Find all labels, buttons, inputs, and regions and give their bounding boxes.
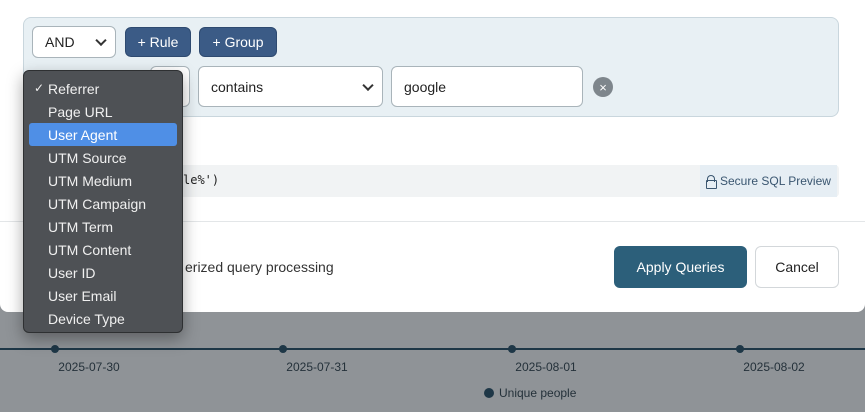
lock-icon — [706, 175, 717, 189]
chart-tick-label: 2025-07-31 — [286, 360, 348, 374]
chart-tick-dot — [279, 345, 287, 353]
dropdown-option[interactable]: User Email — [29, 284, 177, 307]
dropdown-option[interactable]: UTM Source — [29, 146, 177, 169]
dropdown-option-label: UTM Term — [48, 218, 114, 235]
dropdown-option[interactable]: UTM Term — [29, 215, 177, 238]
dropdown-option-label: User Agent — [48, 126, 118, 143]
chart-tick-dot — [736, 345, 744, 353]
secure-sql-preview-label: Secure SQL Preview — [720, 174, 831, 188]
dropdown-option[interactable]: UTM Content — [29, 238, 177, 261]
chart-tick-label: 2025-08-01 — [515, 360, 577, 374]
dropdown-option[interactable]: ✓ Referrer — [29, 77, 177, 100]
condition-value: contains — [211, 78, 264, 95]
dropdown-option[interactable]: UTM Campaign — [29, 192, 177, 215]
dropdown-option-label: UTM Content — [48, 241, 132, 258]
sql-preview-text: le%') — [183, 173, 220, 187]
chevron-down-icon — [362, 79, 374, 91]
dropdown-option[interactable]: Page URL — [29, 100, 177, 123]
dropdown-option-label: UTM Medium — [48, 172, 133, 189]
field-dropdown-menu: ✓ Referrer Page URL User Agent UTM Sourc… — [23, 70, 183, 333]
chart-tick-label: 2025-08-02 — [743, 360, 805, 374]
value-input[interactable]: google — [391, 66, 583, 107]
value-input-text: google — [404, 78, 447, 95]
dropdown-option-label: Device Type — [48, 310, 125, 327]
chart-legend: Unique people — [484, 386, 576, 400]
chart-tick-dot — [51, 345, 59, 353]
apply-queries-button[interactable]: Apply Queries — [614, 246, 747, 288]
condition-select[interactable]: contains — [198, 66, 383, 107]
footer-note: erized query processing — [185, 259, 334, 275]
checkmark-icon: ✓ — [34, 81, 45, 95]
add-group-button[interactable]: + Group — [199, 27, 277, 57]
chart-tick-label: 2025-07-30 — [58, 360, 120, 374]
close-icon: × — [599, 79, 607, 95]
dropdown-option-label: User ID — [48, 264, 96, 281]
dropdown-option[interactable]: UTM Medium — [29, 169, 177, 192]
remove-rule-button[interactable]: × — [593, 77, 613, 97]
chart-tick-dot — [508, 345, 516, 353]
dropdown-option-highlighted[interactable]: User Agent — [29, 123, 177, 146]
dropdown-option-label: User Email — [48, 287, 117, 304]
cancel-button[interactable]: Cancel — [755, 246, 839, 288]
dropdown-option[interactable]: Device Type — [29, 307, 177, 330]
dropdown-option[interactable]: User ID — [29, 261, 177, 284]
secure-sql-preview-link[interactable]: Secure SQL Preview — [700, 165, 837, 197]
legend-label: Unique people — [499, 386, 577, 400]
dropdown-option-label: UTM Campaign — [48, 195, 147, 212]
legend-dot-icon — [484, 388, 494, 398]
group-operator-value: AND — [45, 34, 75, 50]
add-rule-button[interactable]: + Rule — [125, 27, 191, 57]
dropdown-option-label: Page URL — [48, 103, 113, 120]
dropdown-option-label: UTM Source — [48, 149, 127, 166]
chevron-down-icon — [95, 34, 107, 47]
dropdown-option-label: Referrer — [48, 80, 100, 97]
group-operator-select[interactable]: AND — [32, 26, 116, 58]
